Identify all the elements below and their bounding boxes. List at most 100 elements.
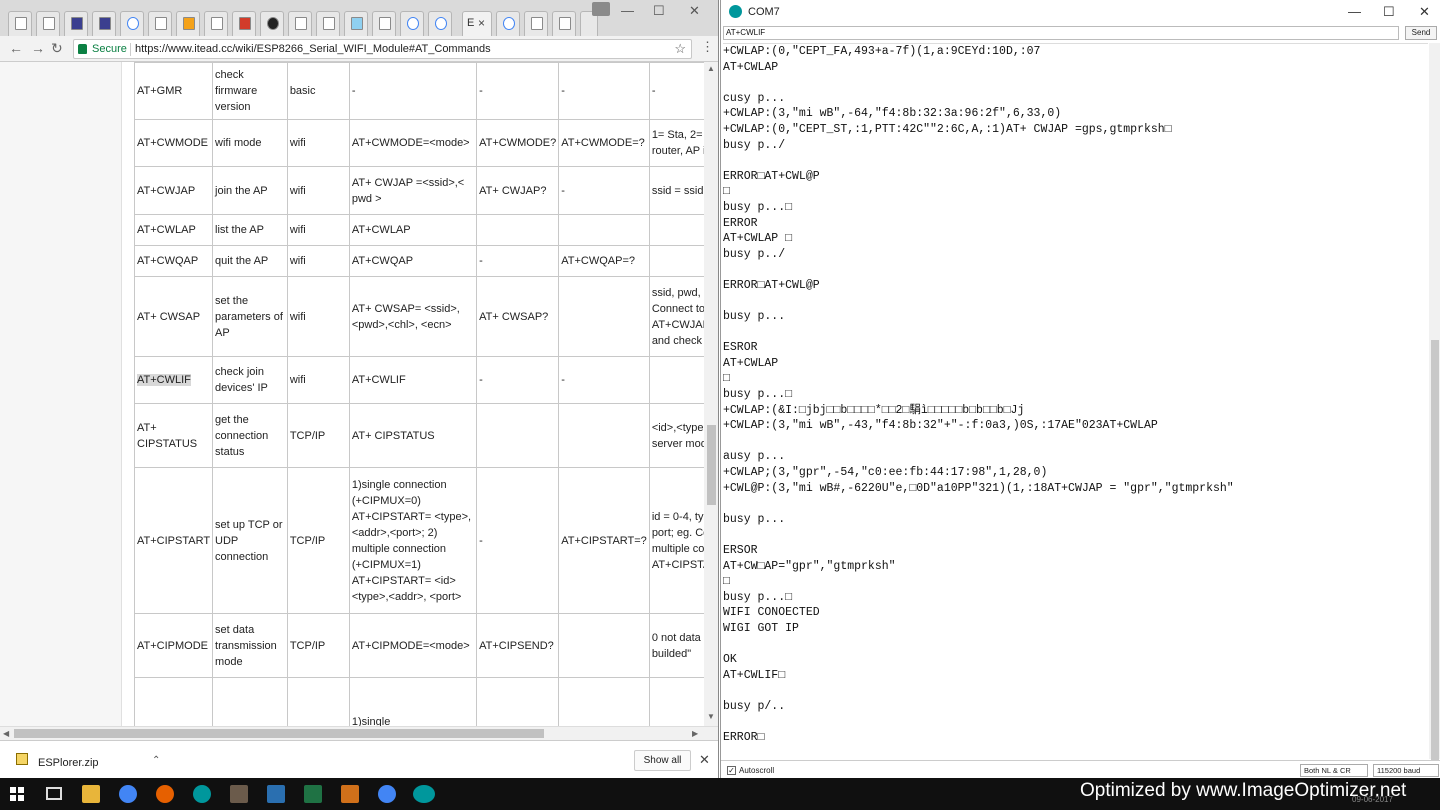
baud-rate-select[interactable]: 115200 baud (1373, 764, 1439, 777)
firefox-icon[interactable] (156, 785, 174, 803)
browser-tab[interactable] (36, 11, 60, 36)
app-icon[interactable] (267, 785, 285, 803)
task-view-icon[interactable] (46, 787, 62, 800)
google-icon (435, 17, 447, 30)
scroll-up-icon[interactable]: ▲ (707, 64, 715, 73)
close-download-bar-icon[interactable]: ✕ (699, 752, 710, 768)
close-button[interactable]: ✕ (1419, 4, 1430, 20)
line-ending-select[interactable]: Both NL & CR (1300, 764, 1368, 777)
menu-icon[interactable]: ⋮ (701, 39, 714, 55)
table-cell-inquiry: AT+ CWJAP? (476, 166, 560, 215)
horizontal-scrollbar[interactable]: ◀ ▶ (0, 726, 718, 740)
table-cell-type: basic (286, 62, 350, 120)
browser-tab[interactable] (232, 11, 256, 36)
scroll-down-icon[interactable]: ▼ (707, 712, 715, 721)
tab-strip: E × — ☐ ✕ (0, 0, 718, 36)
esplorer-icon[interactable] (341, 785, 359, 803)
browser-tab[interactable] (400, 11, 424, 36)
browser-tab[interactable] (372, 11, 396, 36)
browser-tab[interactable] (92, 11, 116, 36)
output-line: busy p...□ (723, 388, 793, 402)
download-filename[interactable]: ESPlorer.zip (38, 757, 99, 769)
output-line: □ (723, 185, 730, 199)
reload-icon[interactable]: ↻ (51, 40, 63, 57)
browser-tab[interactable] (148, 11, 172, 36)
maximize-button[interactable]: ☐ (653, 3, 665, 19)
vertical-scrollbar[interactable]: ▲ ▼ (704, 62, 718, 726)
forward-icon[interactable]: → (31, 40, 45, 56)
table-cell-type: TCP/IP (286, 467, 350, 614)
scroll-left-icon[interactable]: ◀ (3, 729, 9, 738)
send-button[interactable]: Send (1405, 26, 1437, 40)
table-row: AT+ CIPSTATUS get the connection status TC… (133, 403, 718, 468)
arduino-icon[interactable] (413, 785, 435, 803)
date-text: 09-06-2017 (1352, 795, 1393, 804)
output-line: WIGI GOT IP (723, 621, 799, 635)
omnibox[interactable]: Secure https://www.itead.cc/wiki/ESP8266… (73, 39, 692, 59)
output-line: +CWL@P:(3,"mi wB#,-6220U"e,□0D"a10PP"321… (723, 481, 1234, 495)
page-icon (323, 17, 335, 30)
arduino-icon[interactable] (193, 785, 211, 803)
autoscroll-checkbox[interactable]: ✓ (727, 766, 736, 775)
page-icon (531, 17, 543, 30)
browser-tab[interactable] (8, 11, 32, 36)
table-cell-desc: set the parameters of AP (212, 276, 288, 357)
show-all-button[interactable]: Show all (634, 750, 691, 771)
browser-tab[interactable] (316, 11, 340, 36)
star-icon[interactable]: ☆ (674, 41, 686, 57)
back-icon[interactable]: ← (9, 40, 23, 56)
file-explorer-icon[interactable] (82, 785, 100, 803)
minimize-button[interactable]: — (1348, 4, 1361, 19)
browser-tab[interactable] (428, 11, 452, 36)
google-icon (503, 17, 515, 30)
scroll-thumb[interactable] (707, 425, 716, 505)
scroll-right-icon[interactable]: ▶ (692, 729, 698, 738)
table-cell-desc: set up TCP or UDP connection (212, 467, 288, 614)
serial-input[interactable]: AT+CWLIF (723, 26, 1399, 40)
browser-tab[interactable] (524, 11, 548, 36)
excel-icon[interactable] (304, 785, 322, 803)
serial-monitor-window: COM7 — ☐ ✕ AT+CWLIF Send +CWLAP:(0,"CEPT… (720, 0, 1440, 778)
puzzle-icon (379, 17, 391, 30)
windows-start-icon[interactable] (10, 787, 24, 801)
url-text[interactable]: https://www.itead.cc/wiki/ESP8266_Serial… (135, 43, 491, 55)
table-cell-cmd: AT+CWLIF (133, 356, 214, 404)
maximize-button[interactable]: ☐ (1383, 4, 1395, 20)
chrome-icon[interactable] (378, 785, 396, 803)
browser-tab[interactable] (176, 11, 200, 36)
minimize-button[interactable]: — (621, 3, 634, 18)
output-line: +CWLAP:(0,"CEPT_FA,493+a-7f)(1,a:9CEYd:1… (723, 45, 1041, 58)
table-cell-type: wifi (286, 214, 350, 246)
browser-tab[interactable] (260, 11, 284, 36)
tab-close-icon[interactable]: × (478, 16, 485, 30)
table-row: AT+CWLAP list the AP wifi AT+CWLAP (133, 214, 718, 246)
page-icon (155, 17, 167, 30)
selected-text: AT+CWLIF (137, 374, 191, 386)
vertical-scrollbar[interactable] (1429, 43, 1440, 760)
download-bar: ESPlorer.zip ⌃ Show all ✕ (0, 740, 718, 778)
app-icon (71, 17, 83, 30)
scroll-thumb[interactable] (14, 729, 544, 738)
browser-tab[interactable] (204, 11, 228, 36)
scroll-thumb[interactable] (1431, 340, 1439, 760)
browser-tab[interactable] (288, 11, 312, 36)
output-line: ERROR□AT+CWL@P (723, 169, 820, 183)
table-cell-cmd: AT+CWJAP (133, 166, 214, 215)
output-line: busy p...□ (723, 590, 793, 604)
active-browser-tab[interactable]: E × (462, 11, 492, 36)
chevron-up-icon[interactable]: ⌃ (152, 755, 160, 766)
app-icon[interactable] (230, 785, 248, 803)
browser-tab[interactable] (552, 11, 576, 36)
browser-tab[interactable] (120, 11, 144, 36)
table-cell-type: wifi (286, 166, 350, 215)
output-line: AT+CWLAP (723, 356, 779, 370)
browser-tab[interactable] (496, 11, 520, 36)
table-cell-type: wifi (286, 119, 350, 167)
chrome-icon[interactable] (119, 785, 137, 803)
close-button[interactable]: ✕ (689, 3, 700, 19)
browser-tab[interactable] (64, 11, 88, 36)
browser-tab[interactable] (344, 11, 368, 36)
